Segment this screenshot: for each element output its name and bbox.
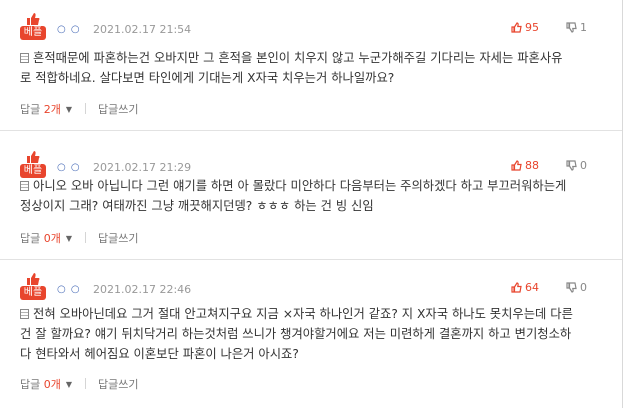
write-reply-button[interactable]: 답글쓰기 [98, 103, 138, 116]
user-marks[interactable]: ○ ○ [57, 162, 81, 173]
comment-line: 아니오 오바 아닙니다 그런 얘기를 하면 아 몰랐다 미안하다 다음부터는 주… [20, 176, 610, 196]
separator [84, 232, 86, 243]
comment-line: 다 현타와서 헤어짐요 이혼보단 파혼이 나은거 아시죠? [20, 347, 299, 361]
comment-line: 전혀 오바아닌데요 그거 절대 안고쳐지구요 지금 ×자국 하나인거 같죠? 지… [20, 304, 610, 324]
comment-date: 2021.02.17 21:29 [93, 161, 192, 174]
document-icon [20, 53, 29, 63]
reply-count: 0개 [43, 378, 61, 391]
best-label: 베플 [20, 286, 46, 300]
upvote-count: 64 [525, 281, 539, 294]
reply-toggle[interactable]: 답글 0개 ▼ [20, 378, 72, 391]
chevron-down-icon: ▼ [65, 380, 73, 389]
thumbs-up-icon [27, 13, 40, 25]
comment-actions: 답글 0개 ▼ 답글쓰기 [20, 230, 139, 246]
thumbs-down-outline-icon [566, 282, 577, 293]
upvote-button[interactable]: 64 [511, 281, 539, 294]
downvote-count: 0 [580, 281, 587, 294]
upvote-button[interactable]: 88 [511, 159, 539, 172]
user-marks[interactable]: ○ ○ [57, 284, 81, 295]
thumbs-up-outline-icon [511, 160, 522, 171]
thumbs-up-icon [27, 273, 40, 285]
upvote-count: 95 [525, 21, 539, 34]
divider [0, 259, 622, 260]
thumbs-up-outline-icon [511, 22, 522, 33]
comment-actions: 답글 0개 ▼ 답글쓰기 [20, 376, 139, 392]
comment-date: 2021.02.17 22:46 [93, 283, 192, 296]
downvote-count: 0 [580, 159, 587, 172]
comment-text: 아니오 오바 아닙니다 그런 얘기를 하면 아 몰랐다 미안하다 다음부터는 주… [20, 176, 610, 216]
comment-header: 베플 ○ ○ 2021.02.17 22:46 64 0 [20, 272, 620, 302]
upvote-button[interactable]: 95 [511, 21, 539, 34]
separator [84, 103, 86, 114]
thumbs-down-outline-icon [566, 22, 577, 33]
comment-line: 흔적때문에 파혼하는건 오바지만 그 흔적을 본인이 치우지 않고 누군가해주길… [20, 48, 610, 68]
write-reply-button[interactable]: 답글쓰기 [98, 378, 138, 391]
chevron-down-icon: ▼ [65, 234, 73, 243]
chevron-down-icon: ▼ [65, 105, 73, 114]
best-label: 베플 [20, 26, 46, 40]
comment-item: 베플 ○ ○ 2021.02.17 21:29 88 0 아니오 오바 아닙니다… [0, 150, 622, 250]
document-icon [20, 309, 29, 319]
thumbs-up-outline-icon [511, 282, 522, 293]
comment-item: 베플 ○ ○ 2021.02.17 21:54 95 1 흔적때문에 파혼하는건… [0, 12, 622, 126]
reply-count: 0개 [43, 232, 61, 245]
reply-toggle[interactable]: 답글 0개 ▼ [20, 232, 72, 245]
comment-line: 건 잘 할까요? 얘기 뒤치닥거리 하는것처럼 쓰니가 챙겨야할거에요 저는 미… [20, 327, 572, 341]
comment-item: 베플 ○ ○ 2021.02.17 22:46 64 0 전혀 오바아닌데요 그… [0, 272, 622, 402]
separator [84, 378, 86, 389]
thumbs-up-icon [27, 151, 40, 163]
user-marks[interactable]: ○ ○ [57, 24, 81, 35]
scroll-edge [622, 0, 623, 408]
downvote-button[interactable]: 0 [566, 281, 587, 294]
downvote-button[interactable]: 0 [566, 159, 587, 172]
downvote-button[interactable]: 1 [566, 21, 587, 34]
comment-line: 정상이지 그래? 여태까진 그냥 깨끗해지던뎅? ㅎㅎㅎ 하는 건 빙 신임 [20, 199, 374, 213]
comment-actions: 답글 2개 ▼ 답글쓰기 [20, 101, 139, 117]
comment-text: 흔적때문에 파혼하는건 오바지만 그 흔적을 본인이 치우지 않고 누군가해주길… [20, 48, 610, 88]
upvote-count: 88 [525, 159, 539, 172]
reply-toggle[interactable]: 답글 2개 ▼ [20, 103, 72, 116]
divider [0, 130, 622, 131]
downvote-count: 1 [580, 21, 587, 34]
write-reply-button[interactable]: 답글쓰기 [98, 232, 138, 245]
reply-count: 2개 [43, 103, 61, 116]
comment-header: 베플 ○ ○ 2021.02.17 21:54 95 1 [20, 12, 620, 42]
comment-list: 베플 ○ ○ 2021.02.17 21:54 95 1 흔적때문에 파혼하는건… [0, 0, 627, 408]
comment-line: 로 적합하네요. 살다보면 타인에게 기대는게 X자국 치우는거 하나일까요? [20, 71, 395, 85]
comment-text: 전혀 오바아닌데요 그거 절대 안고쳐지구요 지금 ×자국 하나인거 같죠? 지… [20, 304, 610, 364]
comment-date: 2021.02.17 21:54 [93, 23, 192, 36]
document-icon [20, 181, 29, 191]
thumbs-down-outline-icon [566, 160, 577, 171]
